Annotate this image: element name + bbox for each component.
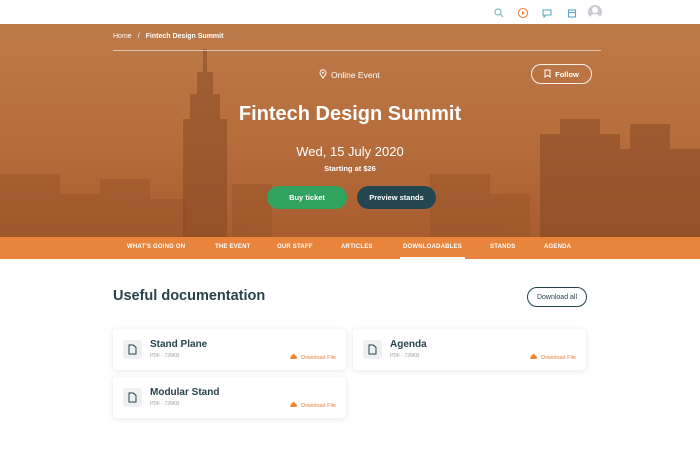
city-skyline-image [0,49,700,237]
doc-name: Agenda [390,339,427,350]
calendar-icon[interactable] [566,6,578,18]
doc-meta: PDF - 728KB [150,353,180,359]
tab-agenda[interactable]: AGENDA [544,237,571,259]
event-location: Online Event [319,69,380,81]
doc-name: Modular Stand [150,387,220,398]
doc-card[interactable]: Stand Plane PDF - 728KB Download File [113,329,346,370]
hero-divider [113,50,601,51]
event-price: Starting at $26 [324,164,376,173]
doc-name: Stand Plane [150,339,208,350]
download-file-link[interactable]: Download File [530,354,576,362]
tab-whats-going-on[interactable]: WHAT'S GOING ON [127,237,185,259]
download-file-link[interactable]: Download File [290,402,336,410]
doc-meta: PDF - 728KB [150,401,180,407]
tab-articles[interactable]: ARTICLES [341,237,373,259]
breadcrumb: Home / Fintech Design Summit [113,33,223,40]
search-icon[interactable] [493,6,505,18]
user-avatar[interactable] [588,5,602,19]
doc-meta: PDF - 728KB [390,353,420,359]
file-icon [123,388,142,407]
cloud-download-icon [290,354,298,362]
file-icon [123,340,142,359]
event-hero: Home / Fintech Design Summit Online Even… [0,24,700,237]
location-label: Online Event [331,70,380,80]
download-file-label: Download File [301,403,336,409]
tab-the-event[interactable]: THE EVENT [215,237,250,259]
doc-card[interactable]: Agenda PDF - 728KB Download File [353,329,586,370]
cloud-download-icon [530,354,538,362]
follow-label: Follow [555,69,579,79]
breadcrumb-home[interactable]: Home [113,33,132,40]
tab-downloadables[interactable]: DOWNLOADABLES [400,237,465,259]
event-date: Wed, 15 July 2020 [296,144,404,159]
download-file-label: Download File [301,355,336,361]
preview-stands-button[interactable]: Preview stands [357,186,436,209]
bookmark-icon [544,69,551,80]
top-bar [0,0,700,24]
breadcrumb-current: Fintech Design Summit [145,33,224,40]
cloud-download-icon [290,402,298,410]
location-pin-icon [319,69,327,81]
download-file-label: Download File [541,355,576,361]
follow-button[interactable]: Follow [531,64,592,84]
tab-stands[interactable]: STANDS [490,237,515,259]
download-file-link[interactable]: Download File [290,354,336,362]
tab-our-staff[interactable]: OUR STAFF [277,237,313,259]
event-title: Fintech Design Summit [238,103,462,125]
breadcrumb-separator: / [137,33,140,40]
file-icon [363,340,382,359]
chat-icon[interactable] [541,6,553,19]
doc-card[interactable]: Modular Stand PDF - 728KB Download File [113,377,346,418]
section-title: Useful documentation [113,288,266,304]
event-nav: WHAT'S GOING ON THE EVENT OUR STAFF ARTI… [0,237,700,259]
buy-ticket-button[interactable]: Buy ticket [267,186,347,209]
play-icon[interactable] [517,6,529,19]
download-all-button[interactable]: Download all [527,287,587,307]
